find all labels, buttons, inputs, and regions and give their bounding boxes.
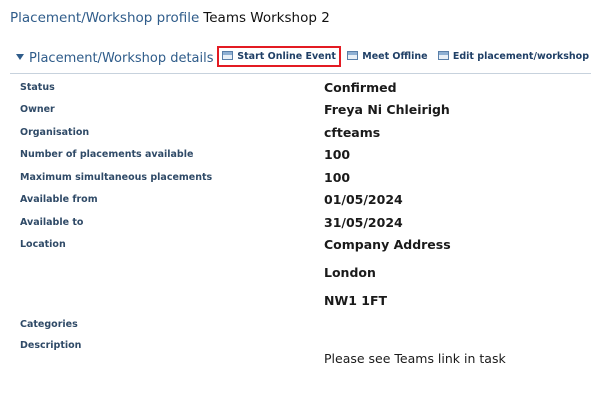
categories-label: Categories [20, 319, 78, 330]
meet-offline-button[interactable]: Meet Offline [345, 49, 429, 64]
location-line-1: Company Address [324, 237, 451, 252]
description-label: Description [20, 340, 82, 351]
available-from-value: 01/05/2024 [324, 192, 403, 207]
available-to-value: 31/05/2024 [324, 215, 403, 230]
location-line-2: London [324, 265, 376, 280]
start-online-event-label: Start Online Event [237, 51, 336, 62]
edit-placement-button[interactable]: Edit placement/workshop [436, 49, 591, 64]
meet-offline-label: Meet Offline [362, 51, 428, 62]
status-value: Confirmed [324, 80, 397, 95]
status-label: Status [20, 82, 55, 93]
num-placements-value: 100 [324, 147, 351, 162]
start-online-event-button[interactable]: Start Online Event [217, 46, 341, 67]
location-label: Location [20, 239, 66, 250]
section-actions: Start Online Event Meet Offline Edit pla… [216, 46, 591, 67]
details-section-header: Placement/Workshop details Start Online … [10, 45, 591, 74]
calendar-icon [222, 51, 234, 60]
placement-profile-page: Placement/Workshop profile Teams Workshop… [0, 0, 601, 405]
owner-label: Owner [20, 104, 55, 115]
max-simultaneous-label: Maximum simultaneous placements [20, 172, 213, 183]
breadcrumb[interactable]: Placement/Workshop profile [10, 10, 199, 26]
page-title: Placement/Workshop profile Teams Workshop… [10, 10, 330, 26]
section-title: Placement/Workshop details [29, 51, 214, 66]
available-from-label: Available from [20, 194, 98, 205]
location-line-3: NW1 1FT [324, 293, 388, 308]
available-to-label: Available to [20, 217, 84, 228]
organisation-label: Organisation [20, 127, 90, 138]
description-value: Please see Teams link in task [324, 351, 506, 366]
num-placements-label: Number of placements available [20, 149, 194, 160]
owner-value: Freya Ni Chleirigh [324, 102, 450, 117]
details-toggle[interactable]: Placement/Workshop details [16, 51, 214, 66]
edit-placement-label: Edit placement/workshop [452, 51, 589, 62]
calendar-icon [437, 51, 449, 60]
max-simultaneous-value: 100 [324, 170, 351, 185]
calendar-icon [347, 51, 359, 60]
caret-down-icon [16, 54, 24, 60]
workshop-name: Teams Workshop 2 [203, 10, 330, 26]
organisation-value: cfteams [324, 125, 381, 140]
